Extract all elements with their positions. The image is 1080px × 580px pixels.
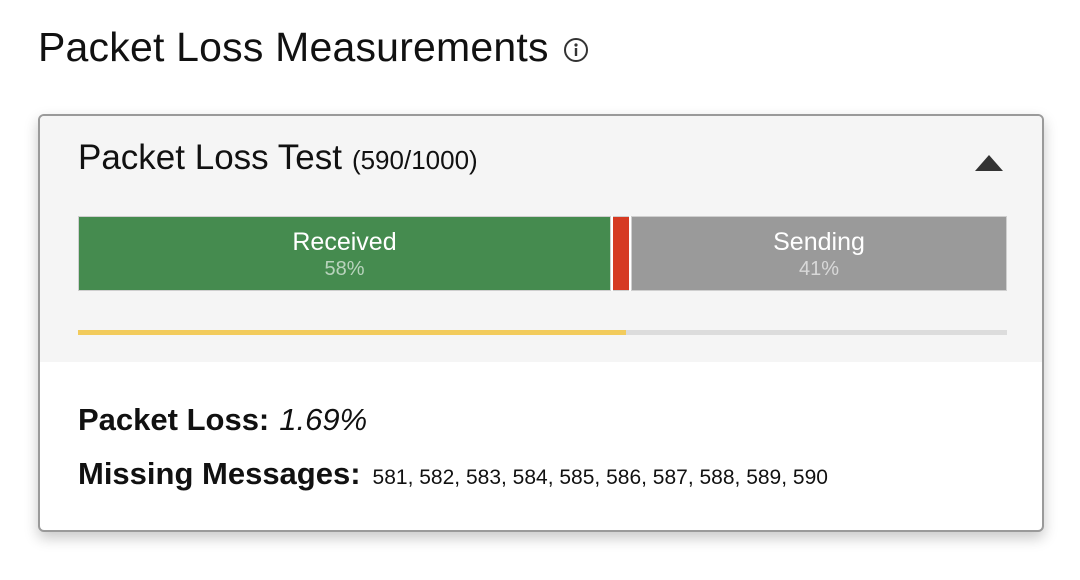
- triangle-up-icon: [975, 155, 1003, 171]
- packet-status-bar: Received 58% Sending 41%: [78, 216, 1007, 291]
- card-header-section: Packet Loss Test (590/1000) Received 58%…: [40, 116, 1042, 362]
- missing-messages-row: Missing Messages: 581, 582, 583, 584, 58…: [78, 456, 828, 492]
- received-label: Received: [292, 227, 397, 256]
- sending-percent: 41%: [798, 257, 840, 280]
- test-progress-bar: [78, 330, 1007, 335]
- info-circle-icon: [563, 37, 588, 62]
- sending-label: Sending: [773, 227, 865, 256]
- page-title: Packet Loss Measurements: [38, 24, 549, 70]
- received-percent: 58%: [324, 257, 365, 280]
- packet-loss-value: 1.69%: [279, 402, 368, 437]
- collapse-toggle-button[interactable]: [974, 154, 1004, 172]
- test-progress-fill: [78, 330, 627, 335]
- missing-messages-value: 581, 582, 583, 584, 585, 586, 587, 588, …: [372, 466, 828, 489]
- packet-loss-label: Packet Loss:: [78, 402, 270, 437]
- packet-loss-row: Packet Loss: 1.69%: [78, 402, 828, 438]
- sending-segment: Sending 41%: [631, 216, 1007, 291]
- info-icon[interactable]: [563, 37, 589, 63]
- test-title: Packet Loss Test (590/1000): [78, 138, 478, 178]
- missing-messages-label: Missing Messages:: [78, 456, 361, 491]
- page-header: Packet Loss Measurements: [38, 24, 589, 71]
- test-name: Packet Loss Test: [78, 138, 342, 177]
- received-segment: Received 58%: [78, 216, 611, 291]
- lost-segment: [613, 216, 629, 291]
- test-count: (590/1000): [351, 145, 478, 175]
- stats-section: Packet Loss: 1.69% Missing Messages: 581…: [78, 402, 828, 492]
- packet-loss-test-card: Packet Loss Test (590/1000) Received 58%…: [38, 114, 1044, 532]
